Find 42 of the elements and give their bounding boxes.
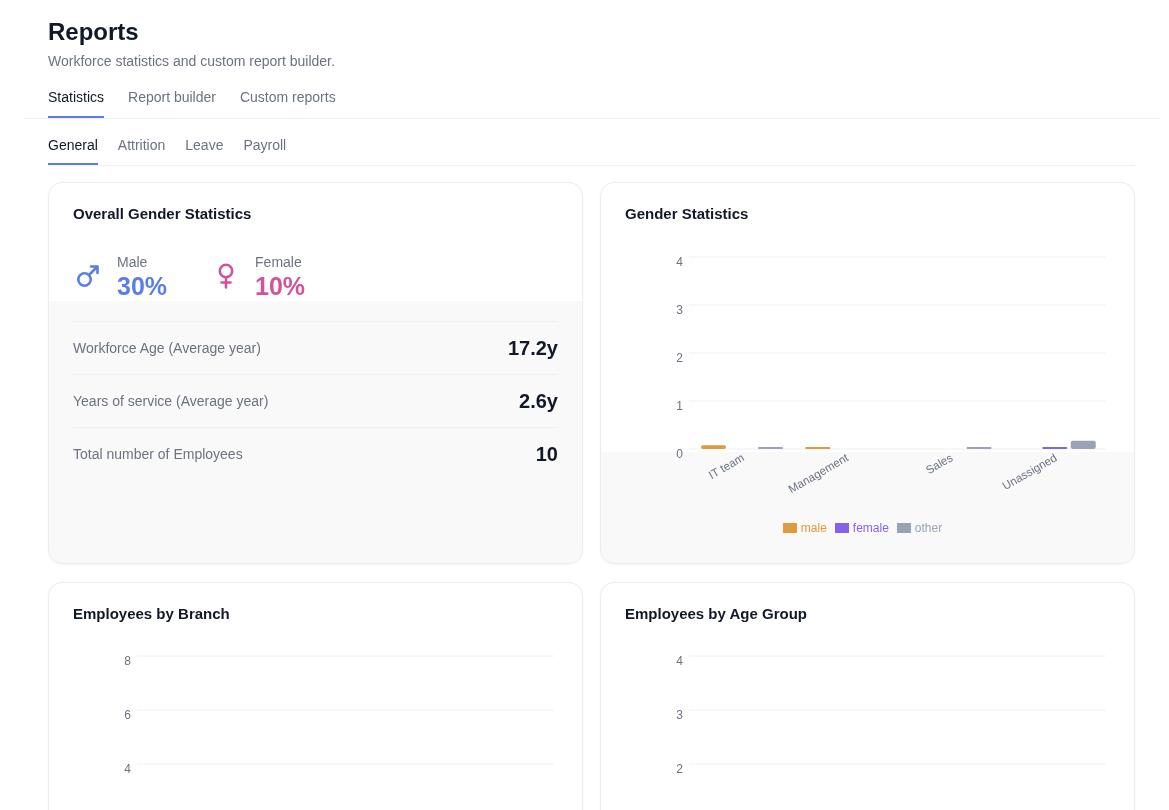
stat-value: 10	[535, 442, 558, 467]
chart-bar	[701, 445, 726, 449]
stat-label: Workforce Age (Average year)	[73, 339, 261, 358]
axis-tick-label: 2	[676, 762, 683, 776]
axis-tick-label: 8	[124, 654, 131, 668]
subtab[interactable]: General	[48, 127, 98, 165]
axis-tick-label: 4	[676, 654, 683, 668]
gender-percentage: 30%	[117, 272, 168, 300]
axis-tick-label: 4	[124, 762, 131, 776]
stat-value: 17.2y	[507, 336, 558, 361]
tab[interactable]: Custom reports	[239, 80, 336, 118]
legend-label: other	[914, 521, 943, 535]
axis-tick-label: 1	[676, 399, 683, 413]
card-title: Gender Statistics	[625, 204, 750, 224]
card-title: Employees by Age Group	[625, 604, 808, 624]
axis-category-label: Sales	[923, 451, 955, 477]
card-title: Overall Gender Statistics	[73, 204, 253, 224]
subtab[interactable]: Payroll	[243, 127, 287, 165]
page-subtitle: Workforce statistics and custom report builder.	[48, 52, 336, 71]
gender-percentage: 10%	[255, 272, 306, 300]
tab[interactable]: Report builder	[128, 80, 216, 118]
page-title: Reports	[48, 17, 140, 47]
stat-label: Years of service (Average year)	[73, 392, 269, 411]
axis-tick-label: 0	[676, 447, 683, 461]
stat-value: 2.6y	[519, 389, 558, 414]
legend-label: male	[800, 521, 827, 535]
axis-tick-label: 2	[676, 351, 683, 365]
axis-tick-label: 3	[676, 708, 683, 722]
axis-tick-label: 6	[124, 708, 131, 722]
gender-label: Male	[117, 253, 149, 272]
card-title: Employees by Branch	[73, 604, 231, 624]
legend-label: female	[852, 521, 889, 535]
axis-tick-label: 3	[676, 303, 683, 317]
chart-bar	[1070, 440, 1096, 449]
gender-label: Female	[255, 253, 303, 272]
axis-tick-label: 4	[676, 255, 683, 269]
axis-category-label: IT team	[706, 451, 747, 482]
subtab[interactable]: Attrition	[117, 127, 166, 165]
stat-label: Total number of Employees	[73, 445, 243, 464]
tab[interactable]: Statistics	[48, 80, 104, 118]
male-symbol-icon	[76, 264, 100, 288]
subtab[interactable]: Leave	[185, 127, 224, 165]
